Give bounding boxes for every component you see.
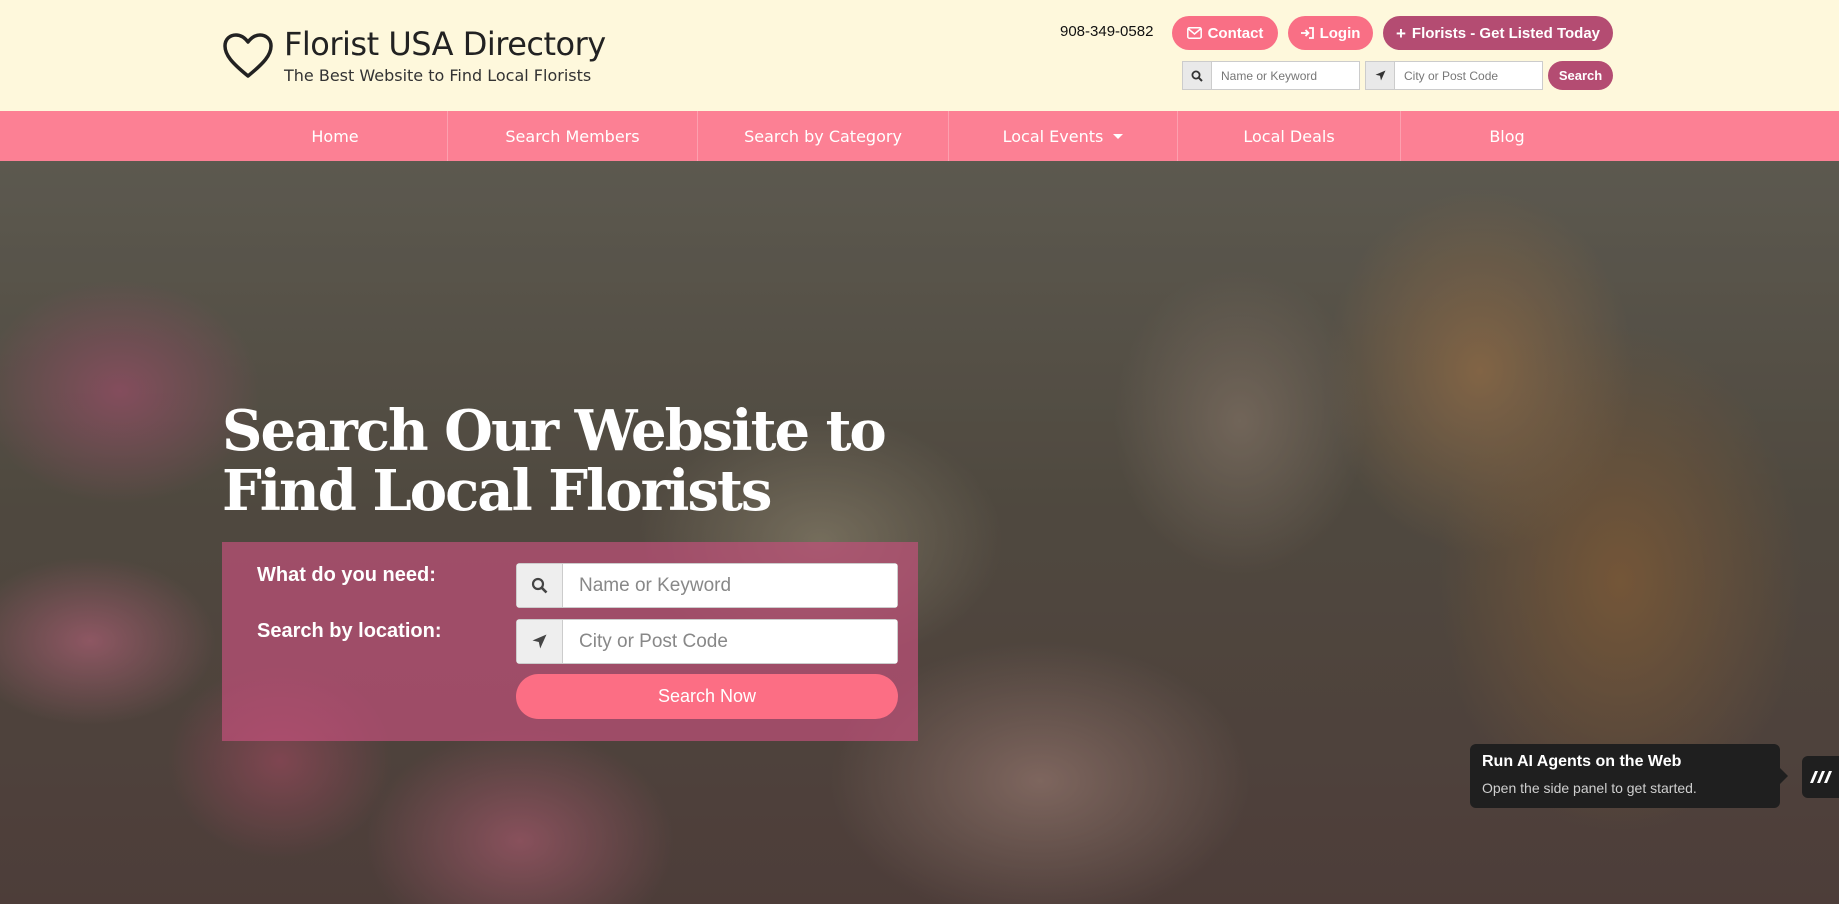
- header-location-search: City or Post Code: [1365, 61, 1543, 90]
- search-icon: [516, 563, 563, 608]
- nav-label: Local Events: [1002, 126, 1104, 146]
- main-nav: Home Search Members Search by Category L…: [0, 111, 1839, 161]
- header-location-input[interactable]: City or Post Code: [1395, 61, 1543, 90]
- nav-label: Blog: [1489, 126, 1525, 146]
- hero-location-field: City or Post Code: [516, 619, 898, 664]
- nav-item-home[interactable]: Home: [222, 111, 448, 161]
- hero-keyword-input[interactable]: Name or Keyword: [563, 563, 898, 608]
- side-panel-toggle[interactable]: [1802, 756, 1839, 798]
- plus-icon: +: [1395, 23, 1406, 43]
- heart-icon: [223, 33, 273, 79]
- search-icon: [1182, 61, 1212, 90]
- sign-in-icon: [1300, 27, 1314, 39]
- location-label: Search by location:: [257, 620, 442, 642]
- hero-keyword-field: Name or Keyword: [516, 563, 898, 608]
- site-header: Florist USA Directory The Best Website t…: [0, 0, 1839, 111]
- nav-label: Local Deals: [1243, 126, 1335, 146]
- nav-item-local-deals[interactable]: Local Deals: [1178, 111, 1400, 161]
- nav-item-local-events[interactable]: Local Events: [949, 111, 1177, 161]
- caret-down-icon: [1113, 133, 1124, 139]
- location-arrow-icon: [1365, 61, 1395, 90]
- tooltip-title: Run AI Agents on the Web: [1482, 753, 1682, 770]
- agent-logo-icon: [1809, 771, 1832, 783]
- site-title: Florist USA Directory: [284, 25, 606, 63]
- nav-label: Search by Category: [744, 126, 902, 146]
- header-keyword-input[interactable]: Name or Keyword: [1212, 61, 1360, 90]
- tooltip-body: Open the side panel to get started.: [1482, 780, 1697, 796]
- hero-section: Search Our Website to Find Local Florist…: [0, 161, 1839, 904]
- hero-location-input[interactable]: City or Post Code: [563, 619, 898, 664]
- get-listed-label: Florists - Get Listed Today: [1411, 24, 1601, 42]
- login-button[interactable]: Login: [1288, 16, 1373, 50]
- contact-label: Contact: [1207, 24, 1264, 42]
- login-label: Login: [1319, 24, 1361, 42]
- nav-item-blog[interactable]: Blog: [1401, 111, 1613, 161]
- search-now-button[interactable]: Search Now: [516, 674, 898, 719]
- envelope-icon: [1186, 27, 1202, 39]
- hero-search-panel: What do you need: Search by location: Na…: [222, 542, 918, 741]
- tooltip-arrow: [1780, 768, 1788, 784]
- nav-item-search-by-category[interactable]: Search by Category: [698, 111, 948, 161]
- site-tagline: The Best Website to Find Local Florists: [284, 65, 592, 85]
- site-logo[interactable]: Florist USA Directory The Best Website t…: [222, 25, 606, 85]
- need-label: What do you need:: [257, 564, 436, 586]
- contact-button[interactable]: Contact: [1172, 16, 1278, 50]
- header-keyword-search: Name or Keyword: [1182, 61, 1360, 90]
- ai-agents-tooltip: Run AI Agents on the Web Open the side p…: [1470, 744, 1788, 808]
- location-arrow-icon: [516, 619, 563, 664]
- hero-title: Search Our Website to Find Local Florist…: [222, 398, 887, 524]
- header-search-button[interactable]: Search: [1548, 61, 1613, 90]
- nav-item-search-members[interactable]: Search Members: [448, 111, 697, 161]
- get-listed-button[interactable]: + Florists - Get Listed Today: [1383, 16, 1613, 50]
- nav-label: Home: [311, 126, 359, 146]
- phone-number[interactable]: 908-349-0582: [1060, 23, 1153, 40]
- nav-label: Search Members: [505, 126, 640, 146]
